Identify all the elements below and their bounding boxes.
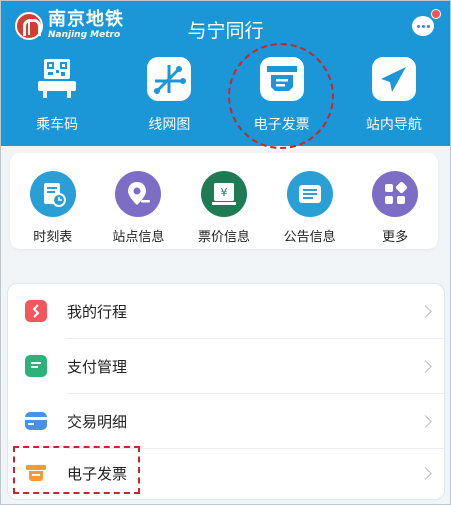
network-map-icon [147,57,192,101]
svg-text:¥: ¥ [220,186,227,199]
header-bar: 南京地铁 Nanjing Metro 与宁同行 乘车码 线网图 电子发票 站内导… [1,1,450,146]
info-more[interactable]: 更多 [352,153,438,249]
timetable-icon [29,171,76,217]
trip-route-icon [25,300,47,322]
list-item-label: 我的行程 [67,302,128,321]
feature-network-map[interactable]: 线网图 [113,57,225,134]
top-feature-grid: 乘车码 线网图 电子发票 站内导航 [1,57,450,134]
info-label: 站点信息 [112,230,165,245]
info-label: 时刻表 [33,230,73,245]
station-pin-icon [115,171,162,217]
payment-doc-icon [25,355,47,377]
card-icon [25,412,47,430]
announcement-icon [286,171,333,217]
info-timetable[interactable]: 时刻表 [10,153,96,249]
chevron-right-icon [419,466,432,480]
feature-label: 线网图 [148,117,191,133]
info-label: 更多 [382,230,409,245]
info-grid: 时刻表 站点信息 ¥ 票价信息 公告信息 更多 [10,153,438,249]
feature-ride-code[interactable]: 乘车码 [1,57,113,134]
list-item-my-trips[interactable]: 我的行程 [8,284,444,338]
message-button[interactable] [412,9,441,39]
feature-label: 乘车码 [36,117,79,133]
feature-station-nav[interactable]: 站内导航 [338,57,450,134]
navigation-arrow-icon [371,57,416,101]
notification-badge [431,9,441,19]
info-label: 公告信息 [283,230,336,245]
feature-label: 站内导航 [365,117,422,133]
info-fare[interactable]: ¥ 票价信息 [181,153,267,249]
info-label: 票价信息 [197,230,250,245]
chevron-right-icon [419,304,432,318]
more-grid-icon [372,171,419,217]
list-item-label: 支付管理 [67,357,128,376]
info-announcement[interactable]: 公告信息 [267,153,353,249]
highlight-circle [228,43,334,149]
chevron-right-icon [419,359,432,373]
qr-code-icon [35,57,79,101]
chat-bubble-icon [412,16,434,36]
page-title: 与宁同行 [187,20,264,42]
list-item-transactions[interactable]: 交易明细 [8,394,444,448]
fare-ticket-icon: ¥ [200,171,247,217]
info-station[interactable]: 站点信息 [96,153,182,249]
chevron-right-icon [419,414,432,428]
list-item-payment[interactable]: 支付管理 [8,339,444,393]
highlight-rect [13,446,140,494]
list-item-label: 交易明细 [67,412,128,431]
